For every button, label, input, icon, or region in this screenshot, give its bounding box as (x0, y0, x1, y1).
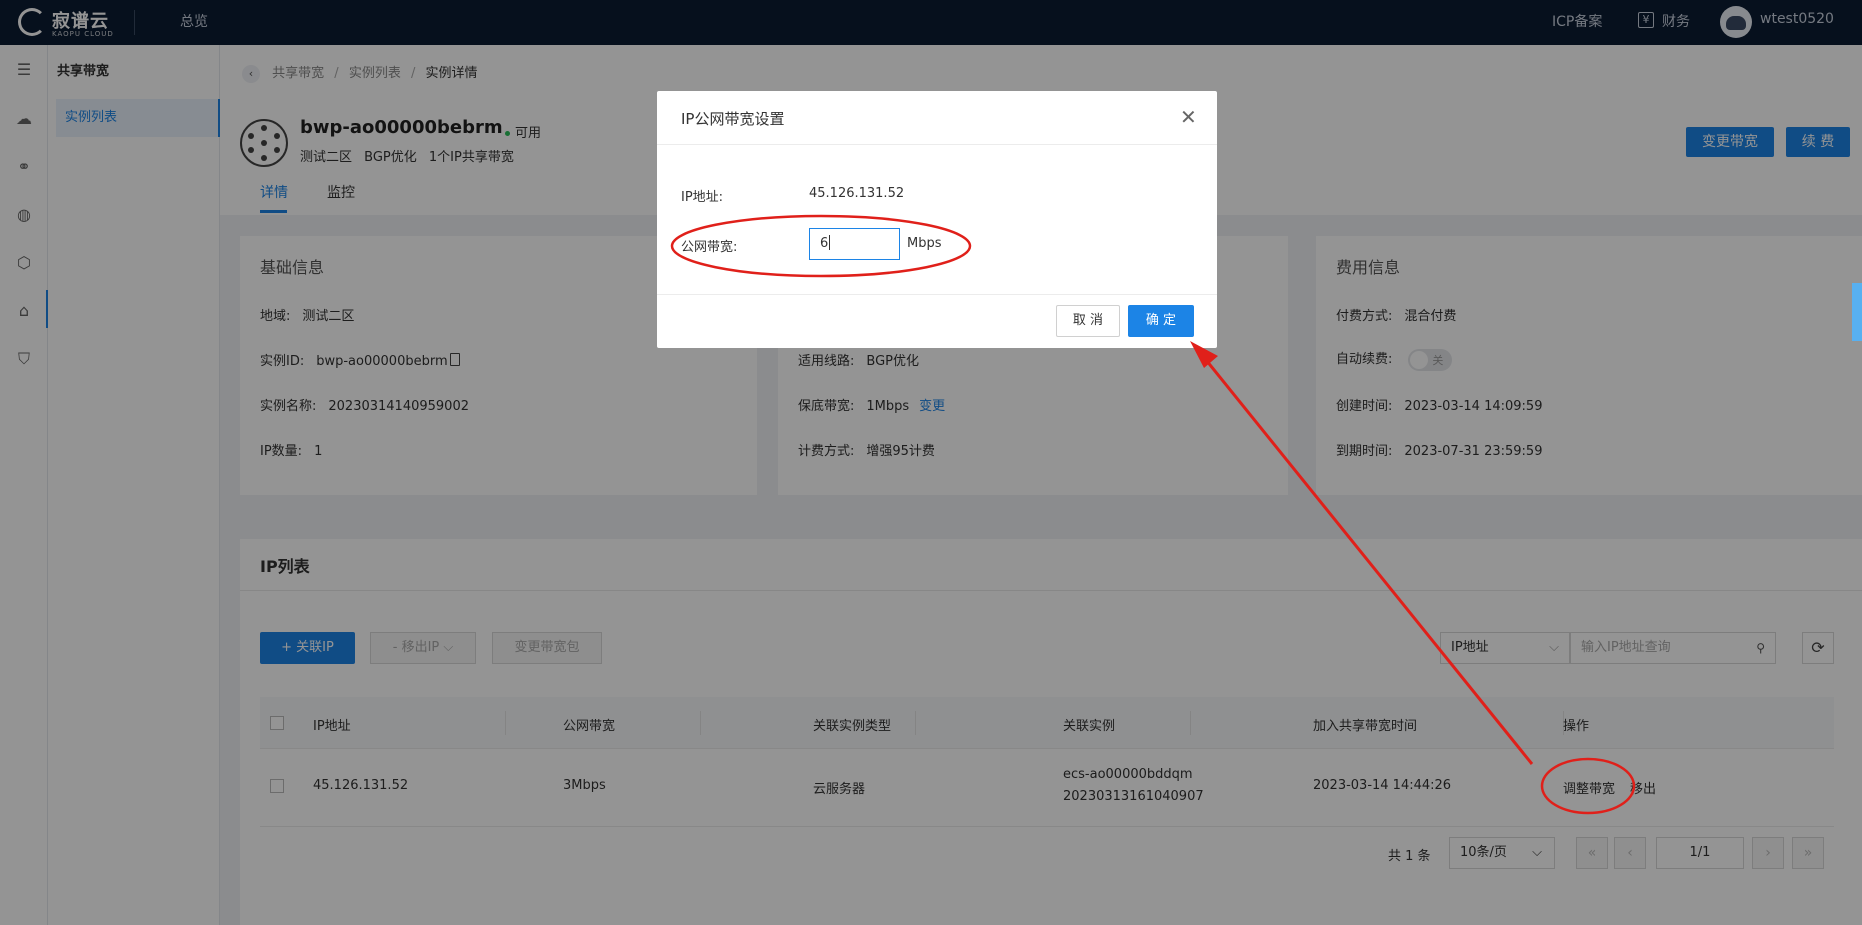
side-collapse-tab[interactable] (1852, 283, 1862, 341)
dialog-header: IP公网带宽设置 ✕ (657, 91, 1217, 145)
dialog-divider (657, 294, 1217, 295)
bandwidth-input[interactable]: 6 (809, 228, 900, 260)
bandwidth-unit: Mbps (907, 236, 942, 251)
cancel-button[interactable]: 取 消 (1056, 305, 1120, 337)
close-icon[interactable]: ✕ (1180, 105, 1197, 129)
dialog-title: IP公网带宽设置 (681, 110, 785, 128)
ip-label: IP地址: (681, 190, 724, 205)
bandwidth-label: 公网带宽: (681, 240, 738, 255)
confirm-button[interactable]: 确 定 (1128, 305, 1194, 337)
ip-value: 45.126.131.52 (809, 186, 905, 201)
bandwidth-setting-dialog: IP公网带宽设置 ✕ IP地址: 45.126.131.52 公网带宽: 6 M… (657, 91, 1217, 348)
